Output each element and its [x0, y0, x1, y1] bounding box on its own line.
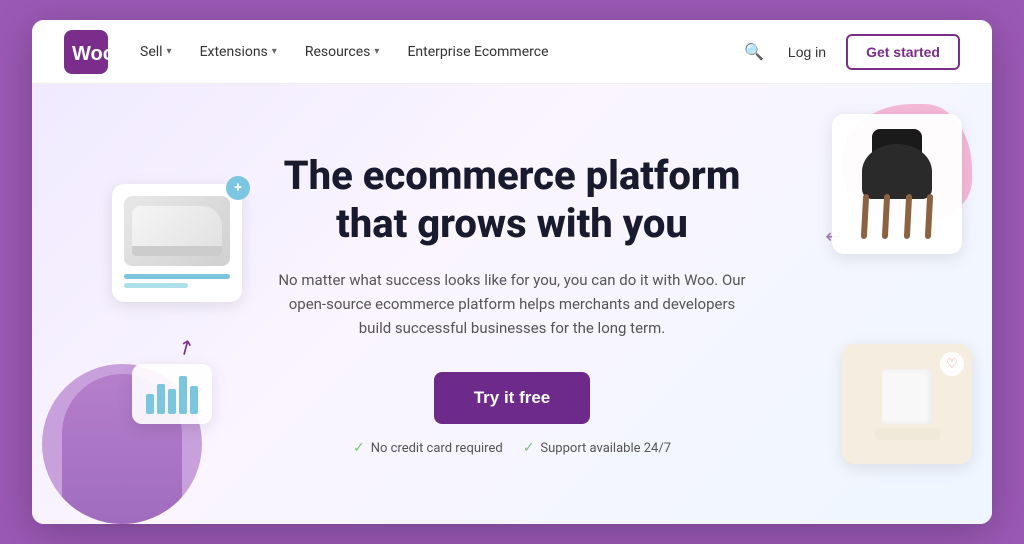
hero-title: The ecommerce platform that grows with y…: [272, 152, 752, 248]
logo[interactable]: Woo: [64, 30, 108, 74]
candle-plate: [875, 428, 940, 440]
get-started-button[interactable]: Get started: [846, 34, 960, 70]
chair-leg-4: [925, 194, 933, 239]
nav-enterprise[interactable]: Enterprise Ecommerce: [407, 44, 548, 60]
candle-card: ♡: [842, 344, 972, 464]
card-line-2: [124, 283, 188, 288]
bar-2: [157, 384, 165, 414]
plus-badge: +: [226, 176, 250, 200]
nav-extensions[interactable]: Extensions ▾: [200, 44, 277, 60]
trust-badges: ✓ No credit card required ✓ Support avai…: [272, 440, 752, 456]
card-lines: [124, 272, 230, 290]
bar-3: [168, 389, 176, 414]
chart-card: [132, 364, 212, 424]
hero-subtitle: No matter what success looks like for yo…: [272, 268, 752, 340]
check-icon: ✓: [523, 440, 535, 456]
chair-legs: [862, 194, 932, 239]
try-free-button[interactable]: Try it free: [434, 372, 591, 424]
search-button[interactable]: 🔍: [740, 38, 768, 66]
arrow-up-icon: ↗: [172, 332, 199, 361]
svg-text:Woo: Woo: [72, 43, 108, 65]
navigation: Woo Sell ▾ Extensions ▾ Resources ▾ Ente…: [32, 20, 992, 84]
chair-card: [832, 114, 962, 254]
candle-illustration: [875, 369, 940, 440]
chair-leg-1: [861, 194, 869, 239]
bar-5: [190, 386, 198, 414]
deco-left: + ↗: [32, 144, 252, 524]
card-line-1: [124, 274, 230, 279]
check-icon: ✓: [353, 440, 365, 456]
nav-resources[interactable]: Resources ▾: [305, 44, 380, 60]
chair-seat: [862, 144, 932, 199]
nav-links: Sell ▾ Extensions ▾ Resources ▾ Enterpri…: [140, 44, 708, 60]
login-button[interactable]: Log in: [788, 44, 826, 60]
chair-leg-3: [903, 194, 911, 239]
hero-center: The ecommerce platform that grows with y…: [272, 152, 752, 456]
chevron-down-icon: ▾: [167, 46, 172, 57]
sneaker-illustration: [132, 206, 222, 256]
product-card: +: [112, 184, 242, 302]
bar-1: [146, 394, 154, 414]
product-image: [124, 196, 230, 266]
chevron-down-icon: ▾: [272, 46, 277, 57]
trust-badge-support: ✓ Support available 24/7: [523, 440, 671, 456]
nav-sell[interactable]: Sell ▾: [140, 44, 172, 60]
bar-4: [179, 376, 187, 414]
candle-body: [882, 369, 932, 424]
chair-illustration: [857, 129, 937, 239]
chair-leg-2: [882, 194, 890, 239]
nav-right: 🔍 Log in Get started: [740, 34, 960, 70]
trust-badge-cc: ✓ No credit card required: [353, 440, 503, 456]
hero-section: + ↗: [32, 84, 992, 524]
deco-right: ↩ ♡: [792, 84, 992, 524]
browser-window: Woo Sell ▾ Extensions ▾ Resources ▾ Ente…: [32, 20, 992, 524]
chevron-down-icon: ▾: [374, 46, 379, 57]
heart-icon: ♡: [940, 352, 964, 376]
